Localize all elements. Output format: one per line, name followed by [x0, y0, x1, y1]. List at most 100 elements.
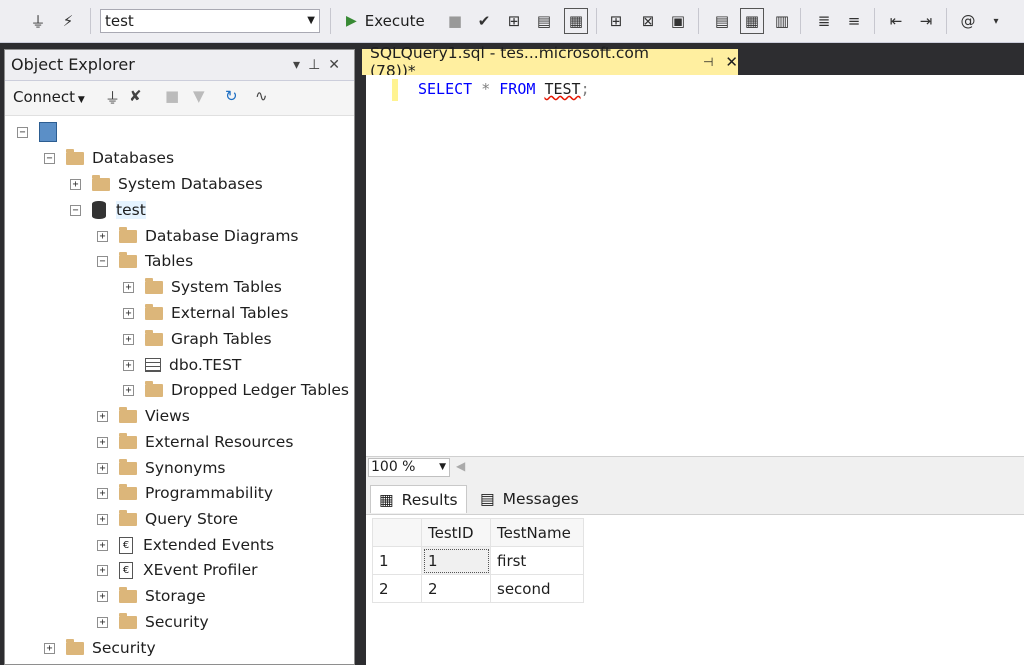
- grid-cell[interactable]: 2: [421, 574, 491, 603]
- expand-icon[interactable]: +: [97, 436, 108, 448]
- database-select[interactable]: test ▼: [100, 9, 320, 33]
- results-to-icon[interactable]: ▦: [564, 8, 588, 34]
- tree-node-label: Query Store: [145, 510, 238, 528]
- results-to-grid-icon[interactable]: ▦: [740, 8, 764, 34]
- close-icon[interactable]: ✕: [328, 57, 348, 73]
- keyword-select: SELECT: [418, 80, 473, 98]
- refresh-icon[interactable]: ↻: [225, 87, 238, 105]
- grid-cell[interactable]: first: [490, 546, 584, 575]
- parse-check-icon[interactable]: ✔: [472, 8, 496, 34]
- results-to-file-icon[interactable]: ▥: [770, 8, 794, 34]
- tree-node-dbo-test[interactable]: + dbo.TEST: [123, 352, 241, 378]
- tree-node-external-resources[interactable]: + External Resources: [97, 429, 293, 455]
- display-plan-icon[interactable]: ⊞: [502, 8, 526, 34]
- column-header[interactable]: TestName: [490, 518, 584, 547]
- close-tab-icon[interactable]: ✕: [725, 53, 738, 71]
- client-stats-icon[interactable]: ▣: [666, 8, 690, 34]
- tree-node-server[interactable]: −: [17, 119, 65, 145]
- comment-icon[interactable]: ≣: [812, 8, 836, 34]
- tab-messages[interactable]: ▤ Messages: [472, 485, 587, 513]
- pin-icon[interactable]: ⊥: [308, 57, 328, 73]
- tree-node-label: Storage: [145, 587, 206, 605]
- tab-results-label: Results: [401, 490, 458, 509]
- expand-icon[interactable]: +: [97, 590, 108, 602]
- expand-icon[interactable]: +: [123, 333, 134, 345]
- tree-node-external-tables[interactable]: + External Tables: [123, 300, 288, 326]
- execute-button[interactable]: ▶ Execute: [340, 8, 432, 34]
- change-connection-icon[interactable]: ⚡: [56, 8, 80, 34]
- collapse-icon[interactable]: −: [70, 204, 81, 216]
- scroll-left-icon[interactable]: ◀: [456, 459, 465, 473]
- query-designer-icon[interactable]: ▤: [532, 8, 556, 34]
- increase-indent-icon[interactable]: ⇥: [914, 8, 938, 34]
- expand-icon[interactable]: +: [97, 462, 108, 474]
- editor-zoom-bar: 100 % ▼ ◀: [366, 456, 1024, 478]
- toolbar-overflow-icon[interactable]: ▾: [984, 8, 1008, 34]
- expand-icon[interactable]: +: [123, 281, 134, 293]
- row-number[interactable]: 2: [372, 574, 422, 603]
- grid-cell[interactable]: 1: [421, 546, 491, 575]
- collapse-icon[interactable]: −: [17, 126, 28, 138]
- results-pane: ▦ Results ▤ Messages TestID TestName 1 1…: [366, 478, 1024, 665]
- column-header[interactable]: TestID: [421, 518, 491, 547]
- tree-node-storage[interactable]: + Storage: [97, 583, 206, 609]
- tree-node-system-databases[interactable]: + System Databases: [70, 171, 263, 197]
- stop-icon[interactable]: ■: [443, 8, 467, 34]
- disconnect-icon[interactable]: ✘: [129, 87, 142, 105]
- tree-node-xevent-profiler[interactable]: + € XEvent Profiler: [97, 557, 258, 583]
- query-tab[interactable]: SQLQuery1.sql - tes...microsoft.com (78)…: [362, 44, 738, 80]
- results-to-text-icon[interactable]: ▤: [710, 8, 734, 34]
- expand-icon[interactable]: +: [97, 230, 108, 242]
- code-line[interactable]: SELECT * FROM TEST;: [418, 80, 590, 98]
- tree-node-tables[interactable]: − Tables: [97, 248, 193, 274]
- expand-icon[interactable]: +: [123, 384, 134, 396]
- expand-icon[interactable]: +: [123, 359, 134, 371]
- expand-icon[interactable]: +: [97, 410, 108, 422]
- connect-plug-icon[interactable]: ⏚: [105, 87, 120, 108]
- panel-menu-icon[interactable]: ▾: [293, 57, 308, 73]
- activity-monitor-icon[interactable]: ∿: [255, 87, 268, 105]
- stop-icon: ■: [165, 87, 180, 105]
- tree-node-views[interactable]: + Views: [97, 403, 190, 429]
- tree-node-extended-events[interactable]: + € Extended Events: [97, 532, 274, 558]
- tree-node-databases[interactable]: − Databases: [44, 145, 174, 171]
- query-editor[interactable]: SELECT * FROM TEST;: [366, 75, 1024, 456]
- tree-node-programmability[interactable]: + Programmability: [97, 480, 273, 506]
- tree-node-query-store[interactable]: + Query Store: [97, 506, 238, 532]
- collapse-icon[interactable]: −: [97, 255, 108, 267]
- tree-node-test-db[interactable]: − test: [70, 197, 146, 223]
- tree-node-security-db[interactable]: + Security: [97, 609, 209, 635]
- tree-node-database-diagrams[interactable]: + Database Diagrams: [97, 223, 299, 249]
- tree-node-graph-tables[interactable]: + Graph Tables: [123, 326, 272, 352]
- tab-results[interactable]: ▦ Results: [370, 485, 467, 513]
- connect-button[interactable]: Connect ▼: [13, 88, 85, 106]
- expand-icon[interactable]: +: [70, 178, 81, 190]
- expand-icon[interactable]: +: [97, 487, 108, 499]
- expand-icon[interactable]: +: [123, 307, 134, 319]
- toolbar-separator: [330, 8, 331, 34]
- tree-node-dropped-ledger-tables[interactable]: + Dropped Ledger Tables: [123, 377, 349, 403]
- row-number[interactable]: 1: [372, 546, 422, 575]
- object-explorer-title: Object Explorer: [11, 55, 135, 74]
- zoom-select[interactable]: 100 % ▼: [368, 458, 450, 477]
- tree-node-system-tables[interactable]: + System Tables: [123, 274, 282, 300]
- specify-values-icon[interactable]: @: [956, 8, 980, 34]
- uncomment-icon[interactable]: ≡: [842, 8, 866, 34]
- tree-node-synonyms[interactable]: + Synonyms: [97, 455, 226, 481]
- expand-icon[interactable]: +: [97, 616, 108, 628]
- row-number-header[interactable]: [372, 518, 422, 547]
- grid-cell[interactable]: second: [490, 574, 584, 603]
- connect-icon[interactable]: ⏚: [26, 8, 50, 34]
- chevron-down-icon: ▼: [307, 15, 315, 26]
- object-explorer-panel: Object Explorer ▾⊥✕ Connect ▼ ⏚ ✘ ■ ▼ ↻ …: [4, 49, 355, 665]
- expand-icon[interactable]: +: [44, 642, 55, 654]
- expand-icon[interactable]: +: [97, 539, 108, 551]
- pin-icon[interactable]: ⊣: [703, 55, 713, 69]
- expand-icon[interactable]: +: [97, 564, 108, 576]
- collapse-icon[interactable]: −: [44, 152, 55, 164]
- live-stats-icon[interactable]: ⊠: [636, 8, 660, 34]
- expand-icon[interactable]: +: [97, 513, 108, 525]
- include-plan-icon[interactable]: ⊞: [604, 8, 628, 34]
- decrease-indent-icon[interactable]: ⇤: [884, 8, 908, 34]
- tree-node-security[interactable]: + Security: [44, 635, 156, 661]
